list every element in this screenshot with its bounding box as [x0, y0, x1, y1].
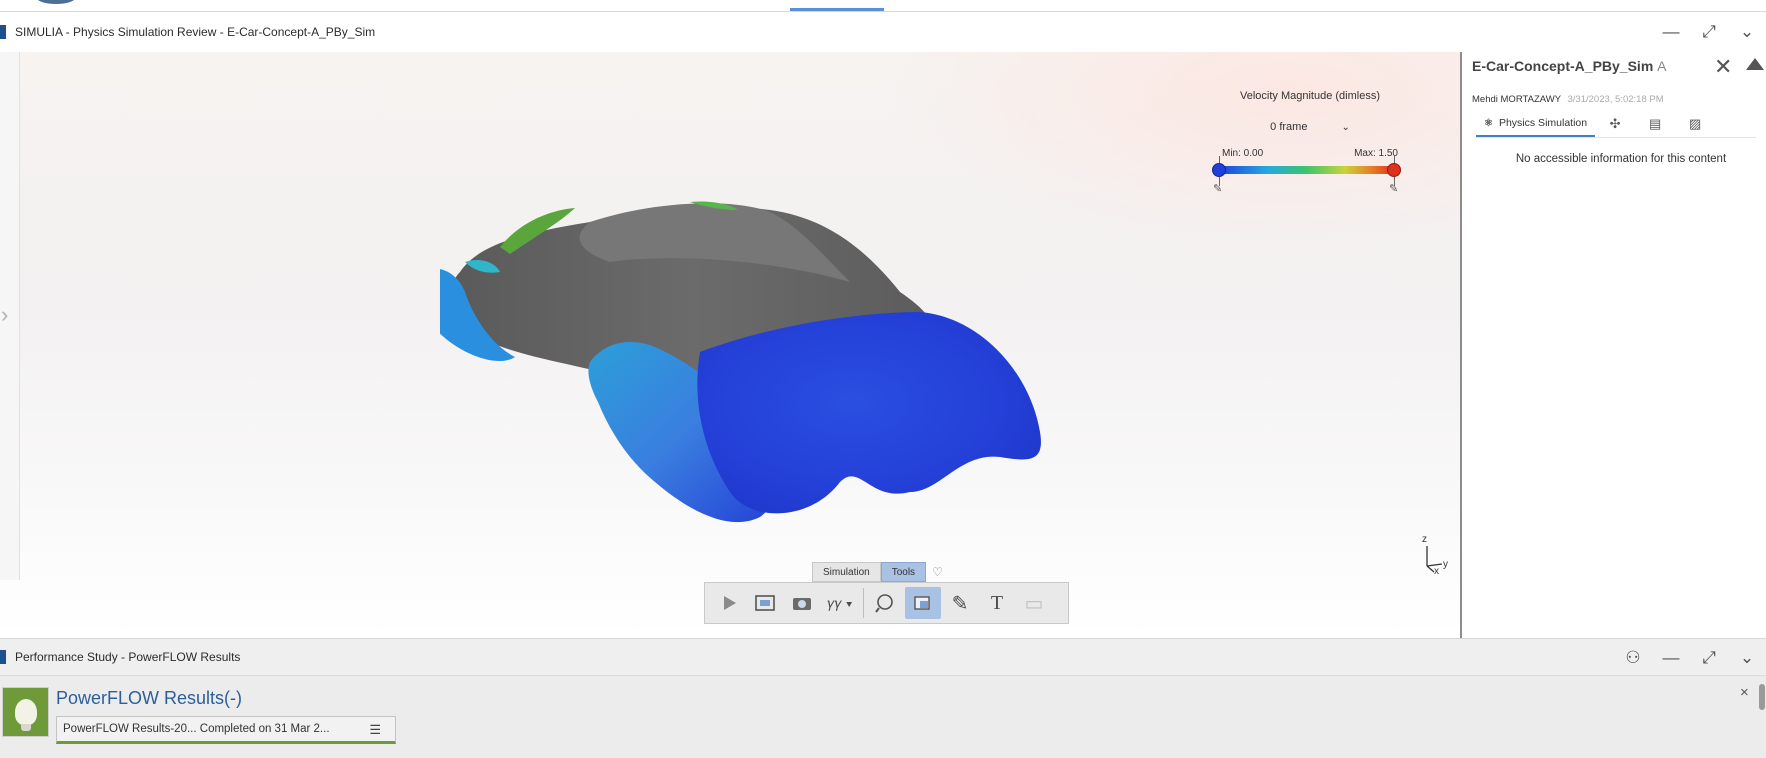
- view-cube-icon[interactable]: [905, 587, 941, 619]
- toolbar-tabs: Simulation Tools ♡: [812, 562, 943, 582]
- edit-min-pencil-icon[interactable]: ✎: [1213, 182, 1222, 195]
- frame-select[interactable]: 0 frame ⌄: [1251, 116, 1369, 138]
- video-capture-icon[interactable]: [748, 587, 784, 619]
- result-item[interactable]: PowerFLOW Results-20... Completed on 31 …: [56, 716, 396, 744]
- close-icon[interactable]: ✕: [1714, 54, 1732, 80]
- modified-date: 3/31/2023, 5:02:18 PM: [1567, 94, 1664, 105]
- tab-tools[interactable]: Tools: [880, 562, 927, 582]
- toolbar-separator: [863, 588, 864, 618]
- results-scrollbar[interactable]: [1759, 684, 1765, 710]
- comment-icon[interactable]: ▨: [1675, 111, 1715, 137]
- legend-range-labels: Min: 0.00 Max: 1.50: [1210, 148, 1410, 159]
- panel-author-line: Mehdi MORTAZAWY 3/31/2023, 5:02:18 PM: [1472, 94, 1664, 105]
- play-icon[interactable]: [711, 587, 747, 619]
- axis-lines-icon: [1426, 546, 1443, 573]
- tab-physics-simulation[interactable]: ⚛ Physics Simulation: [1476, 111, 1596, 137]
- collapse-panel-icon[interactable]: [1746, 58, 1764, 70]
- legend-max-handle[interactable]: [1387, 163, 1401, 177]
- action-toolbar: 𝛾𝛾 ▾ ✎ T ▭: [704, 582, 1069, 624]
- app-icon: [0, 25, 6, 39]
- maximize-button[interactable]: ⤢: [1690, 18, 1728, 46]
- bottom-panel-controls: ⚇ — ⤢ ⌄: [1614, 639, 1766, 677]
- text-tool-icon[interactable]: T: [979, 587, 1015, 619]
- physics-simulation-icon: ⚛: [1484, 117, 1493, 129]
- axis-triad[interactable]: z y x: [1422, 534, 1456, 578]
- compass-logo-icon[interactable]: [36, 0, 76, 4]
- panel-revision: A: [1657, 58, 1667, 74]
- window-title: SIMULIA - Physics Simulation Review - E-…: [15, 25, 376, 39]
- right-wake-flow: [697, 312, 1041, 514]
- 3d-viewport[interactable]: › Velocity Magnitude (dimless) 0 frame ⌄…: [0, 52, 1460, 638]
- author-name: Mehdi MORTAZAWY: [1472, 94, 1561, 105]
- tab-simulation[interactable]: Simulation: [812, 562, 881, 582]
- user-share-icon[interactable]: ⚇: [1614, 644, 1652, 672]
- chevron-down-icon: ⌄: [1341, 121, 1350, 133]
- active-tab-indicator: [790, 8, 884, 11]
- plot-options-icon[interactable]: 𝛾𝛾 ▾: [822, 587, 858, 619]
- color-legend: Velocity Magnitude (dimless) 0 frame ⌄ M…: [1210, 90, 1410, 195]
- disabled-tool-icon[interactable]: ▭: [1016, 587, 1052, 619]
- legend-min-handle[interactable]: [1212, 163, 1226, 177]
- bottom-panel-header: Performance Study - PowerFLOW Results ⚇ …: [0, 638, 1766, 676]
- list-menu-icon[interactable]: ☰: [369, 722, 381, 738]
- legend-color-bar: [1218, 166, 1394, 174]
- panel-tabs: ⚛ Physics Simulation ✣ ▤ ▨: [1476, 112, 1756, 138]
- frame-select-value: 0 frame: [1270, 121, 1308, 133]
- left-rail: ›: [0, 52, 20, 580]
- zoom-section-icon[interactable]: [868, 587, 904, 619]
- bottom-maximize-button[interactable]: ⤢: [1690, 644, 1728, 672]
- main-window-title-bar: SIMULIA - Physics Simulation Review - E-…: [0, 12, 1766, 52]
- legend-min-label: Min: 0.00: [1222, 148, 1264, 159]
- bottom-more-button[interactable]: ⌄: [1728, 644, 1766, 672]
- graph-icon[interactable]: ✣: [1595, 111, 1635, 137]
- car-model-render[interactable]: [440, 162, 1160, 582]
- legend-title: Velocity Magnitude (dimless): [1239, 90, 1380, 102]
- expand-left-panel-icon[interactable]: ›: [1, 302, 8, 328]
- window-controls: — ⤢ ⌄: [1652, 12, 1766, 52]
- annotate-pencil-icon[interactable]: ✎: [942, 587, 978, 619]
- panel-title-text: E-Car-Concept-A_PBy_Sim: [1472, 58, 1654, 74]
- bottom-app-icon: [0, 650, 6, 664]
- toolbar-collapse-icon[interactable]: ♡: [932, 562, 943, 582]
- properties-panel: E-Car-Concept-A_PBy_Sim A ✕ Mehdi MORTAZ…: [1460, 52, 1766, 638]
- bottom-panel-title: Performance Study - PowerFLOW Results: [15, 650, 241, 664]
- top-strip: [0, 0, 1766, 12]
- legend-max-label: Max: 1.50: [1354, 148, 1398, 159]
- more-button[interactable]: ⌄: [1728, 18, 1766, 46]
- legend-scale: Min: 0.00 Max: 1.50 ✎ ✎: [1210, 148, 1410, 195]
- result-title[interactable]: PowerFLOW Results(-): [56, 688, 242, 709]
- bottom-minimize-button[interactable]: —: [1652, 644, 1690, 672]
- results-area: PowerFLOW Results(-) PowerFLOW Results-2…: [0, 676, 1766, 758]
- panel-info-text: No accessible information for this conte…: [1515, 153, 1727, 165]
- result-item-label: PowerFLOW Results-20... Completed on 31 …: [63, 723, 330, 735]
- minimize-button[interactable]: —: [1652, 18, 1690, 46]
- tab-physics-simulation-label: Physics Simulation: [1498, 117, 1588, 129]
- result-close-icon[interactable]: ×: [1740, 684, 1749, 701]
- edit-max-pencil-icon[interactable]: ✎: [1389, 182, 1398, 195]
- panel-title: E-Car-Concept-A_PBy_Sim A: [1472, 58, 1667, 74]
- lightbulb-icon: [2, 687, 49, 737]
- capture-image-icon[interactable]: [785, 587, 821, 619]
- table-icon[interactable]: ▤: [1635, 111, 1675, 137]
